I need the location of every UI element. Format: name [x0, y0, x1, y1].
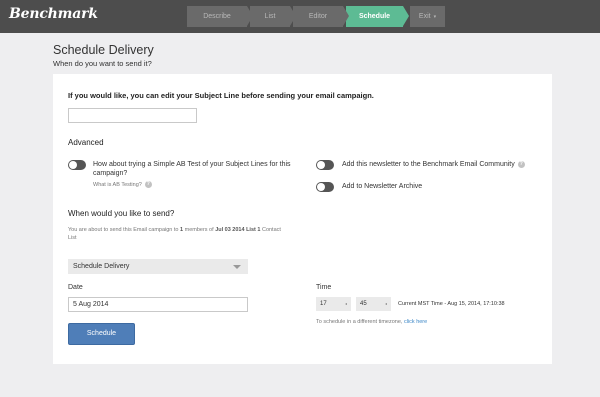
current-time: Current MST Time - Aug 15, 2014, 17:10:3… — [398, 301, 505, 307]
step-list[interactable]: List — [250, 6, 296, 27]
delivery-type-select[interactable]: Schedule Delivery — [68, 259, 248, 274]
send-info-text: members of — [184, 227, 214, 233]
when-heading: When would you like to send? — [68, 209, 175, 218]
hour-value: 17 — [320, 301, 327, 307]
advanced-heading: Advanced — [68, 138, 104, 147]
toggle-knob — [69, 161, 77, 169]
hour-select[interactable]: 17 ◂ — [316, 297, 351, 311]
top-bar: Benchmark Describe List Editor Schedule … — [0, 0, 600, 33]
step-arrow — [290, 6, 296, 26]
step-label: List — [264, 13, 276, 20]
help-icon[interactable]: ? — [517, 160, 525, 168]
archive-label: Add to Newsletter Archive — [342, 183, 423, 190]
archive-toggle[interactable] — [316, 182, 334, 192]
exit-button[interactable]: Exit ▾ — [410, 6, 445, 27]
schedule-card: If you would like, you can edit your Sub… — [53, 74, 552, 364]
step-label: Schedule — [358, 13, 391, 20]
caret-icon: ◂ — [384, 301, 387, 306]
select-value: Schedule Delivery — [73, 263, 130, 270]
timezone-text: To schedule in a different timezone, — [316, 319, 403, 325]
dropdown-arrow-icon — [233, 265, 241, 269]
subject-line-input[interactable] — [68, 108, 197, 123]
caret-icon: ◂ — [344, 301, 347, 306]
exit-label: Exit — [418, 13, 431, 20]
community-toggle[interactable] — [316, 160, 334, 170]
page-title: Schedule Delivery — [53, 43, 154, 57]
community-label: Add this newsletter to the Benchmark Ema… — [342, 161, 515, 168]
step-arrow — [403, 6, 409, 26]
step-schedule[interactable]: Schedule — [346, 6, 409, 27]
timezone-link[interactable]: click here — [404, 319, 427, 325]
schedule-button[interactable]: Schedule — [68, 323, 135, 345]
list-name: Jul 03 2014 List 1 — [215, 227, 261, 233]
ab-testing-link[interactable]: What is AB Testing? — [93, 182, 142, 188]
minute-select[interactable]: 45 ◂ — [356, 297, 391, 311]
minute-value: 45 — [360, 301, 367, 307]
step-label: Describe — [203, 13, 231, 20]
date-input[interactable] — [68, 297, 248, 312]
community-option: Add this newsletter to the Benchmark Ema… — [342, 160, 525, 169]
toggle-knob — [317, 161, 325, 169]
step-arrow — [247, 6, 253, 26]
step-label: Editor — [308, 13, 328, 20]
toggle-knob — [317, 183, 325, 191]
member-count: 1 — [180, 227, 184, 233]
send-info: You are about to send this Email campaig… — [68, 226, 288, 242]
step-describe[interactable]: Describe — [187, 6, 253, 27]
send-info-text: You are about to send this Email campaig… — [68, 227, 179, 233]
help-icon[interactable]: ? — [144, 181, 152, 188]
timezone-note: To schedule in a different timezone, cli… — [316, 319, 427, 325]
ab-testing-help[interactable]: What is AB Testing?? — [93, 181, 152, 188]
date-label: Date — [68, 284, 83, 291]
page-subtitle: When do you want to send it? — [53, 59, 152, 68]
step-editor[interactable]: Editor — [293, 6, 349, 27]
wizard-steps: Describe List Editor Schedule Exit ▾ — [187, 6, 448, 27]
benchmark-logo[interactable]: Benchmark — [9, 6, 98, 22]
chevron-down-icon: ▾ — [433, 14, 437, 20]
ab-test-label: How about trying a Simple AB Test of you… — [93, 161, 291, 177]
time-label: Time — [316, 284, 332, 291]
subject-prompt: If you would like, you can edit your Sub… — [68, 91, 374, 100]
step-arrow — [343, 6, 349, 26]
ab-test-toggle[interactable] — [68, 160, 86, 170]
